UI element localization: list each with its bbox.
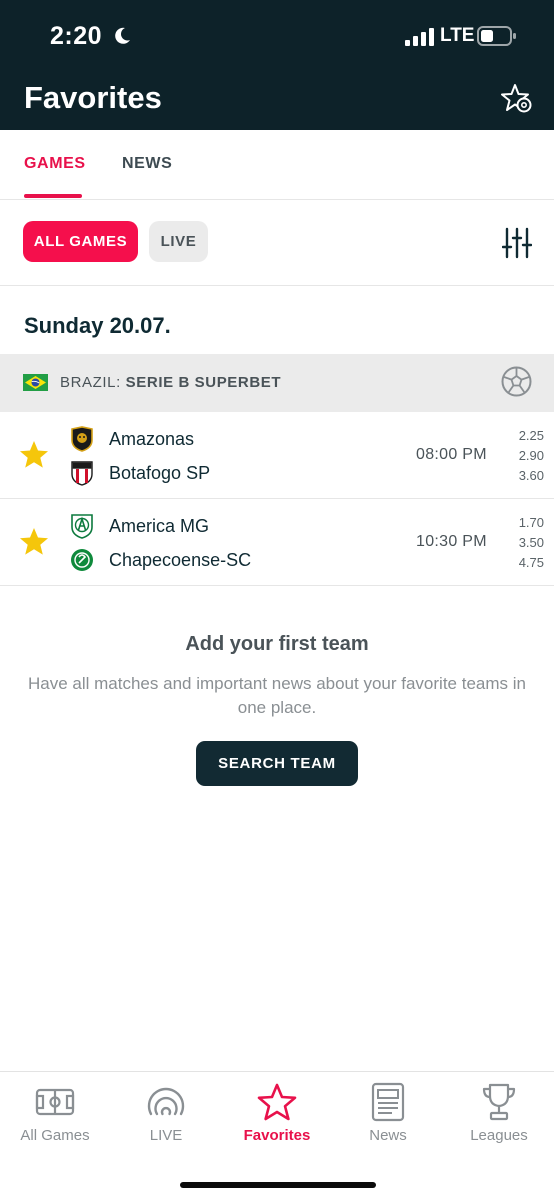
- home-team-name: Amazonas: [109, 429, 195, 449]
- league-name: SERIE B SUPERBET: [125, 374, 282, 391]
- odds-away: 3.60: [518, 468, 544, 483]
- kickoff-time: 10:30 PM: [416, 533, 487, 550]
- active-tab-indicator: [24, 194, 82, 198]
- page-title: Favorites: [24, 80, 162, 115]
- nav-all-games[interactable]: All Games: [0, 1072, 110, 1162]
- botafogo-sp-crest-icon: [71, 461, 93, 486]
- star-icon: [257, 1083, 297, 1121]
- amazonas-crest-icon: [71, 426, 93, 452]
- date-heading: Sunday 20.07.: [24, 313, 171, 338]
- search-team-button[interactable]: SEARCH TEAM: [196, 741, 358, 786]
- empty-state-title: Add your first team: [185, 633, 369, 655]
- nav-news[interactable]: News: [333, 1072, 443, 1162]
- league-label: BRAZIL: SERIE B SUPERBET: [60, 374, 281, 391]
- live-icon: [147, 1087, 185, 1116]
- filter-all-games-button[interactable]: ALL GAMES: [23, 221, 138, 262]
- content-tabs: GAMES NEWS: [0, 130, 554, 200]
- filter-bar: ALL GAMES LIVE: [0, 200, 554, 286]
- pitch-icon: [35, 1088, 75, 1116]
- tab-games[interactable]: GAMES: [24, 155, 86, 173]
- nav-favorites[interactable]: Favorites: [222, 1072, 332, 1162]
- away-team-name: Chapecoense-SC: [109, 550, 252, 570]
- favorites-settings-icon[interactable]: [500, 83, 534, 115]
- odds-home: 2.25: [518, 428, 544, 443]
- network-label: LTE: [440, 25, 475, 46]
- league-header[interactable]: BRAZIL: SERIE B SUPERBET: [0, 354, 554, 412]
- bottom-nav: All Games LIVE Favorites News Leagues: [0, 1071, 554, 1200]
- nav-label: Leagues: [470, 1127, 528, 1144]
- favorite-star-icon[interactable]: [19, 527, 49, 556]
- match-row[interactable]: America MG Chapecoense-SC 10:30 PM 1.70 …: [0, 499, 554, 586]
- odds-draw: 3.50: [518, 535, 544, 550]
- home-indicator: [180, 1182, 376, 1188]
- battery-icon: [477, 26, 516, 46]
- nav-label: All Games: [20, 1127, 90, 1144]
- trophy-icon: [482, 1083, 516, 1121]
- odds-home: 1.70: [518, 515, 544, 530]
- signal-icon: [405, 28, 434, 46]
- nav-label: Favorites: [243, 1127, 311, 1144]
- america-mg-crest-icon: [71, 514, 93, 539]
- status-time: 2:20: [50, 22, 103, 50]
- nav-live[interactable]: LIVE: [111, 1072, 221, 1162]
- chapecoense-crest-icon: [71, 549, 93, 571]
- soccer-ball-icon: [501, 366, 532, 397]
- nav-label: LIVE: [149, 1127, 183, 1144]
- empty-state-description: Have all matches and important news abou…: [28, 674, 526, 717]
- status-bar: 2:20 LTE: [0, 0, 554, 72]
- favorite-star-icon[interactable]: [19, 440, 49, 469]
- app-header: 2:20 LTE Favorites: [0, 0, 554, 130]
- league-country: BRAZIL:: [60, 374, 121, 391]
- home-team-name: America MG: [109, 516, 210, 536]
- filter-live-button[interactable]: LIVE: [149, 221, 208, 262]
- nav-leagues[interactable]: Leagues: [444, 1072, 554, 1162]
- moon-icon: [115, 27, 130, 44]
- tab-news[interactable]: NEWS: [122, 155, 172, 173]
- kickoff-time: 08:00 PM: [416, 446, 487, 463]
- match-row[interactable]: Amazonas Botafogo SP 08:00 PM 2.25 2.90 …: [0, 412, 554, 499]
- away-team-name: Botafogo SP: [109, 463, 211, 483]
- odds-away: 4.75: [518, 555, 544, 570]
- brazil-flag-icon: [23, 374, 48, 391]
- odds-draw: 2.90: [518, 448, 544, 463]
- nav-label: News: [369, 1127, 407, 1144]
- news-icon: [371, 1082, 405, 1122]
- filter-sliders-icon[interactable]: [502, 227, 532, 259]
